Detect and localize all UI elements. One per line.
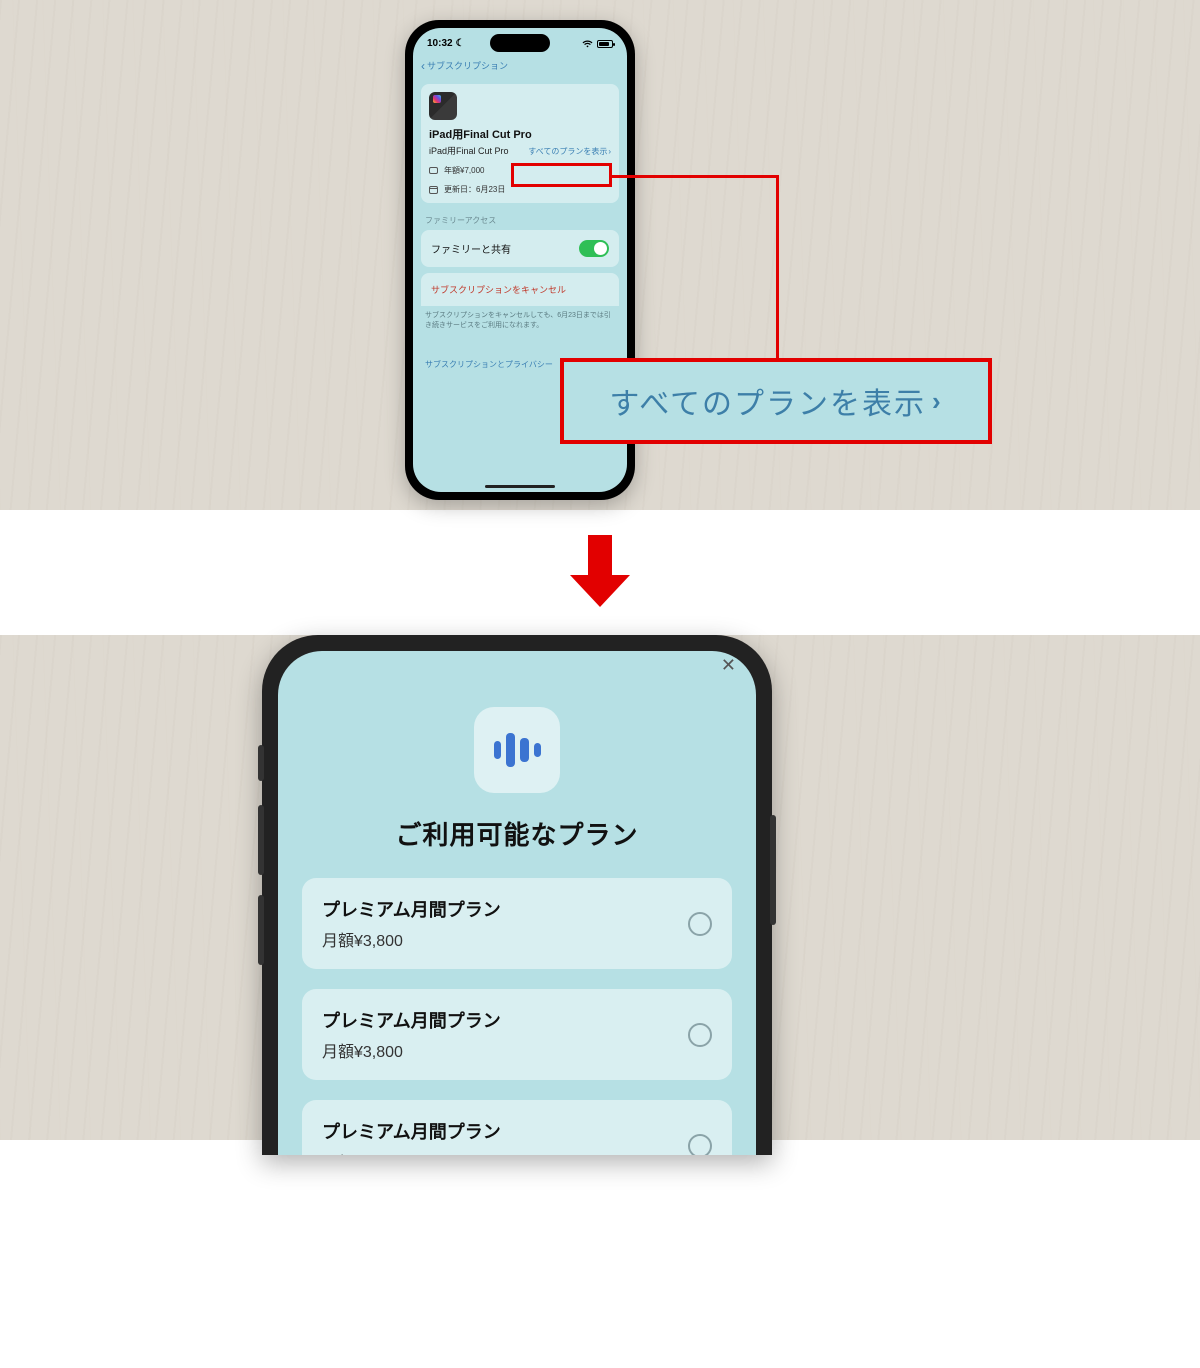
plan-name: プレミアム月間プラン xyxy=(322,1118,501,1144)
arrow-down-icon xyxy=(570,535,630,610)
phone-frame: ✕ ご利用可能なプラン プレミアム月間プラン 月額¥3,800 プレミアム月間プ… xyxy=(262,635,772,1155)
plan-option[interactable]: プレミアム月間プラン 月額¥3,800 xyxy=(302,1100,732,1155)
callout-text: すべてのプランを表示 xyxy=(609,379,926,423)
connector-line xyxy=(612,175,779,178)
chevron-left-icon: ‹ xyxy=(421,60,425,72)
home-indicator xyxy=(485,485,555,488)
family-section-label: ファミリーアクセス xyxy=(413,209,627,228)
radio-icon[interactable] xyxy=(688,1134,712,1156)
plan-price: 月額¥3,800 xyxy=(322,927,501,951)
radio-icon[interactable] xyxy=(688,1023,712,1047)
highlight-box-small xyxy=(511,163,612,187)
phone-screen: ✕ ご利用可能なプラン プレミアム月間プラン 月額¥3,800 プレミアム月間プ… xyxy=(278,651,756,1155)
side-button xyxy=(258,895,264,965)
app-subtitle: iPad用Final Cut Pro xyxy=(429,146,509,157)
plan-price: 月額¥3,800 xyxy=(322,1038,501,1062)
cancel-note: サブスクリプションをキャンセルしても、6月23日までは引き続きサービスをご利用に… xyxy=(413,306,627,339)
moon-icon: ☾ xyxy=(456,38,465,49)
radio-icon[interactable] xyxy=(688,912,712,936)
plans-title: ご利用可能なプラン xyxy=(278,815,756,852)
battery-icon xyxy=(597,40,613,48)
toggle-on-icon[interactable] xyxy=(579,240,609,257)
side-button xyxy=(770,815,776,925)
side-button xyxy=(258,805,264,875)
plan-price: 月額¥3,800 xyxy=(322,1149,501,1155)
connector-line xyxy=(776,175,779,362)
dynamic-island xyxy=(490,34,550,52)
price-text: 年額¥7,000 xyxy=(444,165,484,176)
chevron-right-icon: › xyxy=(932,386,943,417)
scene-available-plans: ✕ ご利用可能なプラン プレミアム月間プラン 月額¥3,800 プレミアム月間プ… xyxy=(0,635,1200,1140)
show-all-plans-link[interactable]: すべてのプランを表示 › xyxy=(528,146,611,157)
plans-app-icon xyxy=(474,707,560,793)
side-button xyxy=(258,745,264,781)
card-icon xyxy=(429,167,438,174)
back-label: サブスクリプション xyxy=(427,59,508,72)
plan-name: プレミアム月間プラン xyxy=(322,1007,501,1033)
plan-option[interactable]: プレミアム月間プラン 月額¥3,800 xyxy=(302,878,732,969)
app-title: iPad用Final Cut Pro xyxy=(429,126,611,142)
calendar-icon xyxy=(429,186,438,194)
back-nav[interactable]: ‹ サブスクリプション xyxy=(413,49,627,78)
cancel-subscription-button[interactable]: サブスクリプションをキャンセル xyxy=(421,273,619,306)
chevron-right-icon: › xyxy=(608,147,611,156)
status-time: 10:32 xyxy=(427,38,453,49)
scene-subscription-detail: 10:32 ☾ ‹ サブスクリプション iPad用Final Cut Pro i… xyxy=(0,0,1200,510)
app-icon xyxy=(429,92,457,120)
transition-band xyxy=(0,510,1200,635)
family-share-label: ファミリーと共有 xyxy=(431,241,511,256)
plan-name: プレミアム月間プラン xyxy=(322,896,501,922)
renewal-text: 更新日：6月23日 xyxy=(444,184,505,195)
highlight-callout: すべてのプランを表示 › xyxy=(560,358,992,444)
show-plans-label: すべてのプランを表示 xyxy=(528,146,607,157)
family-share-row[interactable]: ファミリーと共有 xyxy=(421,230,619,267)
waveform-icon xyxy=(494,733,541,767)
plan-option[interactable]: プレミアム月間プラン 月額¥3,800 xyxy=(302,989,732,1080)
close-icon[interactable]: ✕ xyxy=(721,655,736,676)
wifi-icon xyxy=(582,40,593,48)
